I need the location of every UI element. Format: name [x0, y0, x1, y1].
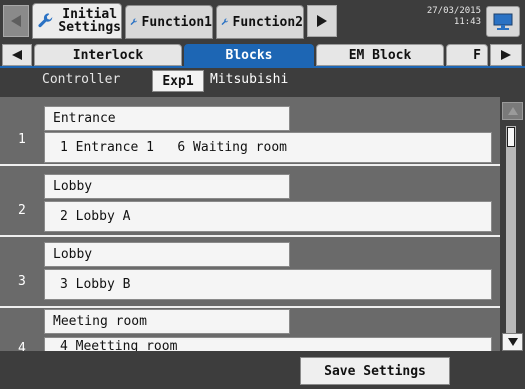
blocks-list: 1 Entrance 1 Entrance 1 6 Waiting room 2…: [0, 97, 500, 351]
block-name-field[interactable]: Entrance: [44, 106, 290, 131]
controller-label: Controller: [42, 72, 121, 87]
tab-function1-label: Function1: [141, 14, 212, 30]
left-triangle-icon: [11, 15, 21, 27]
tab-function2[interactable]: Function2: [216, 5, 304, 39]
block-number: 1: [18, 132, 26, 147]
previous-tab-button[interactable]: [3, 5, 29, 37]
controller-select-button[interactable]: Exp1: [152, 70, 204, 92]
tab-blocks[interactable]: Blocks: [184, 44, 314, 66]
next-tab-button[interactable]: [307, 5, 337, 37]
save-settings-button[interactable]: Save Settings: [300, 357, 450, 385]
tab-em-block-label: EM Block: [348, 47, 412, 63]
block-content-field[interactable]: 2 Lobby A: [44, 201, 492, 232]
controller-model-text: Mitsubishi: [210, 72, 289, 87]
time-text: 11:43: [453, 17, 481, 27]
list-item: 2 Lobby 2 Lobby A: [0, 168, 500, 237]
block-number: 2: [18, 203, 26, 218]
block-content-field[interactable]: 1 Entrance 1 6 Waiting room: [44, 132, 492, 163]
list-item: 3 Lobby 3 Lobby B: [0, 239, 500, 308]
list-item: 4 Meeting room 4 Meetting room: [0, 308, 500, 351]
block-name-field[interactable]: Lobby: [44, 242, 290, 267]
wrench-icon: [221, 18, 229, 25]
tab-initial-settings[interactable]: Initial Settings: [32, 3, 122, 39]
tab-f-label: F: [473, 47, 481, 63]
tab-initial-settings-label: Initial Settings: [58, 7, 121, 35]
scroll-track[interactable]: [506, 126, 516, 333]
sub-tab-prev-button[interactable]: [2, 44, 32, 66]
left-triangle-icon: [12, 50, 22, 60]
block-content-field[interactable]: 4 Meetting room: [44, 337, 492, 351]
tab-function2-label: Function2: [232, 14, 303, 30]
sub-tab-next-button[interactable]: [490, 44, 522, 66]
scroll-up-button[interactable]: [502, 102, 523, 120]
tab-interlock[interactable]: Interlock: [34, 44, 182, 66]
right-triangle-icon: [501, 50, 511, 60]
block-content-field[interactable]: 3 Lobby B: [44, 269, 492, 300]
wrench-icon: [130, 18, 138, 25]
block-number: 3: [18, 274, 26, 289]
list-item: 1 Entrance 1 Entrance 1 6 Waiting room: [0, 97, 500, 166]
up-triangle-icon: [507, 107, 518, 115]
down-triangle-icon: [507, 338, 518, 346]
scroll-down-button[interactable]: [502, 333, 523, 351]
wrench-icon: [38, 13, 53, 28]
tab-blocks-label: Blocks: [225, 47, 273, 63]
scroll-thumb[interactable]: [507, 127, 515, 147]
monitor-button[interactable]: [486, 6, 520, 37]
datetime-display: 27/03/2015 11:43: [421, 6, 481, 28]
tab-interlock-label: Interlock: [72, 47, 144, 63]
right-triangle-icon: [317, 15, 327, 27]
block-name-field[interactable]: Lobby: [44, 174, 290, 199]
block-number: 4: [18, 341, 26, 351]
date-text: 27/03/2015: [426, 6, 481, 16]
tab-function1[interactable]: Function1: [125, 5, 213, 39]
tab-f-partial[interactable]: F: [446, 44, 488, 66]
tab-em-block[interactable]: EM Block: [316, 44, 444, 66]
monitor-icon: [493, 13, 513, 30]
block-name-field[interactable]: Meeting room: [44, 309, 290, 334]
